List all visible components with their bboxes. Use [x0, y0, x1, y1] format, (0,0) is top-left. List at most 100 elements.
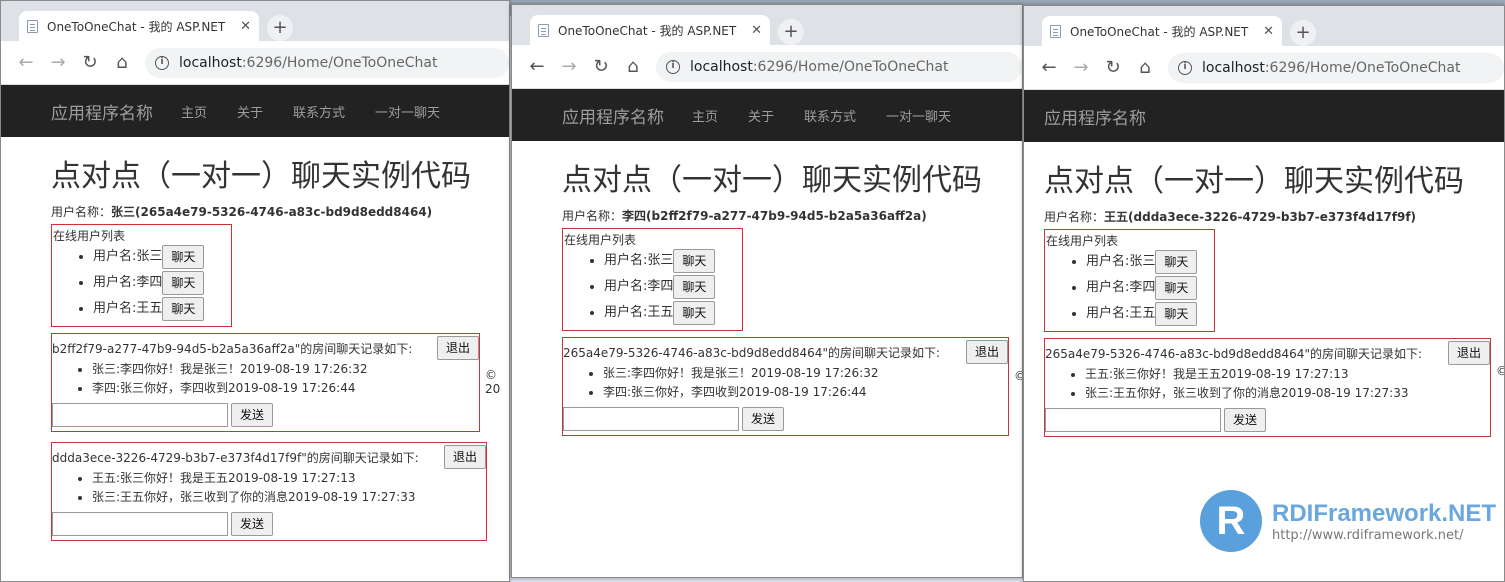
page-footer: ©	[1496, 364, 1504, 378]
online-user-list: 在线用户列表 用户名:张三聊天 用户名:李四聊天 用户名:王五聊天	[51, 224, 232, 327]
page-content: 点对点（一对一）聊天实例代码 用户名称：李四(b2ff2f79-a277-47b…	[512, 141, 1022, 436]
list-item: 用户名:王五聊天	[604, 300, 742, 326]
url-input[interactable]: i localhost:6296/Home/OneToOneChat	[656, 51, 1022, 82]
list-item: 用户名:李四聊天	[604, 274, 742, 300]
site-brand[interactable]: 应用程序名称	[562, 103, 664, 128]
nav-about[interactable]: 关于	[748, 106, 774, 125]
plus-icon[interactable]: +	[1290, 20, 1316, 46]
url-host: localhost	[1202, 59, 1265, 76]
reload-icon[interactable]: ↻	[588, 56, 614, 77]
reload-icon[interactable]: ↻	[1100, 57, 1126, 78]
home-icon[interactable]: ⌂	[1132, 57, 1158, 78]
back-icon[interactable]: ←	[13, 52, 39, 73]
online-user-name: 用户名:王五	[1086, 306, 1156, 321]
chat-message: 张三:李四你好！我是张三！2019-08-19 17:26:32	[92, 360, 479, 379]
chat-button[interactable]: 聊天	[162, 270, 205, 295]
info-icon[interactable]: i	[1178, 60, 1192, 75]
send-button[interactable]: 发送	[742, 407, 785, 431]
url-input[interactable]: i localhost:6296/Home/OneToOneChat	[145, 47, 509, 78]
forward-icon[interactable]: →	[556, 56, 582, 77]
url-host: localhost	[179, 54, 242, 71]
site-brand[interactable]: 应用程序名称	[1044, 104, 1146, 129]
forward-icon[interactable]: →	[1068, 57, 1094, 78]
send-button[interactable]: 发送	[1224, 408, 1267, 432]
message-input[interactable]	[52, 403, 228, 427]
back-icon[interactable]: ←	[1036, 57, 1062, 78]
rdiframework-watermark: R RDIFramework.NET http://www.rdiframewo…	[1200, 490, 1496, 552]
online-user-name: 用户名:张三	[604, 253, 674, 268]
address-bar: ← → ↻ ⌂ i localhost:6296/Home/OneToOneCh…	[1, 41, 509, 85]
browser-tab[interactable]: OneToOneChat - 我的 ASP.NET ✕	[19, 11, 259, 41]
watermark-text: RDIFramework.NET http://www.rdiframework…	[1272, 500, 1496, 543]
chat-button[interactable]: 聊天	[673, 248, 716, 273]
chat-room-panel: ddda3ece-3226-4729-b3b7-e373f4d17f9f"的房间…	[51, 442, 487, 541]
room-header: b2ff2f79-a277-47b9-94d5-b2a5a36aff2a"的房间…	[52, 336, 479, 360]
online-user-list: 在线用户列表 用户名:张三聊天 用户名:李四聊天 用户名:王五聊天	[562, 228, 743, 331]
tab-title: OneToOneChat - 我的 ASP.NET	[558, 23, 737, 38]
chat-button[interactable]: 聊天	[162, 296, 205, 321]
back-icon[interactable]: ←	[524, 56, 550, 77]
reload-icon[interactable]: ↻	[77, 52, 103, 73]
page-content: 点对点（一对一）聊天实例代码 用户名称：张三(265a4e79-5326-474…	[1, 137, 509, 541]
tab-title: OneToOneChat - 我的 ASP.NET	[1070, 24, 1249, 39]
online-user-name: 用户名:李四	[93, 275, 163, 290]
home-icon[interactable]: ⌂	[620, 56, 646, 77]
message-input[interactable]	[1045, 408, 1221, 432]
page-title: 点对点（一对一）聊天实例代码	[51, 159, 471, 194]
url-input[interactable]: i localhost:6296/Home/OneToOneChat	[1168, 52, 1504, 83]
chat-button[interactable]: 聊天	[1155, 249, 1198, 274]
chat-button[interactable]: 聊天	[673, 274, 716, 299]
list-item: 用户名:王五聊天	[1086, 301, 1214, 327]
page-icon	[1050, 24, 1061, 38]
message-input[interactable]	[52, 512, 228, 536]
nav-one-to-one-chat[interactable]: 一对一聊天	[375, 102, 440, 121]
nav-contact[interactable]: 联系方式	[293, 102, 345, 121]
chat-button[interactable]: 聊天	[1155, 275, 1198, 300]
exit-button[interactable]: 退出	[965, 340, 1008, 364]
send-row: 发送	[52, 512, 486, 536]
browser-window-zhangsan: OneToOneChat - 我的 ASP.NET ✕ + ← → ↻ ⌂ i …	[0, 0, 510, 582]
list-item: 用户名:李四聊天	[93, 270, 231, 296]
browser-window-lisi: OneToOneChat - 我的 ASP.NET ✕ + ← → ↻ ⌂ i …	[511, 4, 1023, 578]
nav-one-to-one-chat[interactable]: 一对一聊天	[886, 106, 951, 125]
plus-icon[interactable]: +	[267, 15, 293, 41]
page-footer: © 20	[485, 368, 501, 396]
close-icon[interactable]: ✕	[240, 19, 251, 34]
chat-button[interactable]: 聊天	[673, 300, 716, 325]
watermark-title: RDIFramework.NET	[1272, 499, 1497, 527]
home-icon[interactable]: ⌂	[109, 52, 135, 73]
message-input[interactable]	[563, 407, 739, 431]
online-list-header: 在线用户列表	[53, 229, 126, 243]
chat-message: 张三:李四你好！我是张三！2019-08-19 17:26:32	[603, 364, 1008, 383]
plus-icon[interactable]: +	[778, 19, 804, 45]
exit-button[interactable]: 退出	[436, 336, 479, 360]
nav-contact[interactable]: 联系方式	[804, 106, 856, 125]
list-item: 用户名:王五聊天	[93, 296, 231, 322]
exit-button[interactable]: 退出	[443, 445, 486, 469]
info-icon[interactable]: i	[155, 55, 169, 70]
tab-strip: OneToOneChat - 我的 ASP.NET ✕ +	[512, 5, 1022, 45]
online-list-header: 在线用户列表	[1046, 234, 1119, 248]
nav-home[interactable]: 主页	[692, 106, 718, 125]
user-label: 用户名称：	[51, 205, 112, 219]
forward-icon[interactable]: →	[45, 52, 71, 73]
chat-button[interactable]: 聊天	[162, 244, 205, 269]
send-button[interactable]: 发送	[231, 512, 274, 536]
exit-button[interactable]: 退出	[1447, 341, 1490, 365]
send-button[interactable]: 发送	[231, 403, 274, 427]
nav-home[interactable]: 主页	[181, 102, 207, 121]
close-icon[interactable]: ✕	[1263, 24, 1274, 39]
tab-strip: OneToOneChat - 我的 ASP.NET ✕ +	[1, 1, 509, 41]
chat-message: 王五:张三你好！我是王五2019-08-19 17:27:13	[1085, 365, 1490, 384]
online-user-name: 用户名:王五	[604, 305, 674, 320]
user-name: 李四	[622, 209, 647, 223]
info-icon[interactable]: i	[666, 59, 680, 74]
room-header: 265a4e79-5326-4746-a83c-bd9d8edd8464"的房间…	[563, 340, 1008, 364]
browser-tab[interactable]: OneToOneChat - 我的 ASP.NET ✕	[530, 15, 770, 45]
close-icon[interactable]: ✕	[751, 23, 762, 38]
chat-button[interactable]: 聊天	[1155, 301, 1198, 326]
nav-about[interactable]: 关于	[237, 102, 263, 121]
site-brand[interactable]: 应用程序名称	[51, 99, 153, 124]
browser-tab[interactable]: OneToOneChat - 我的 ASP.NET ✕	[1042, 16, 1282, 46]
chat-message: 李四:张三你好，李四收到2019-08-19 17:26:44	[603, 383, 1008, 402]
